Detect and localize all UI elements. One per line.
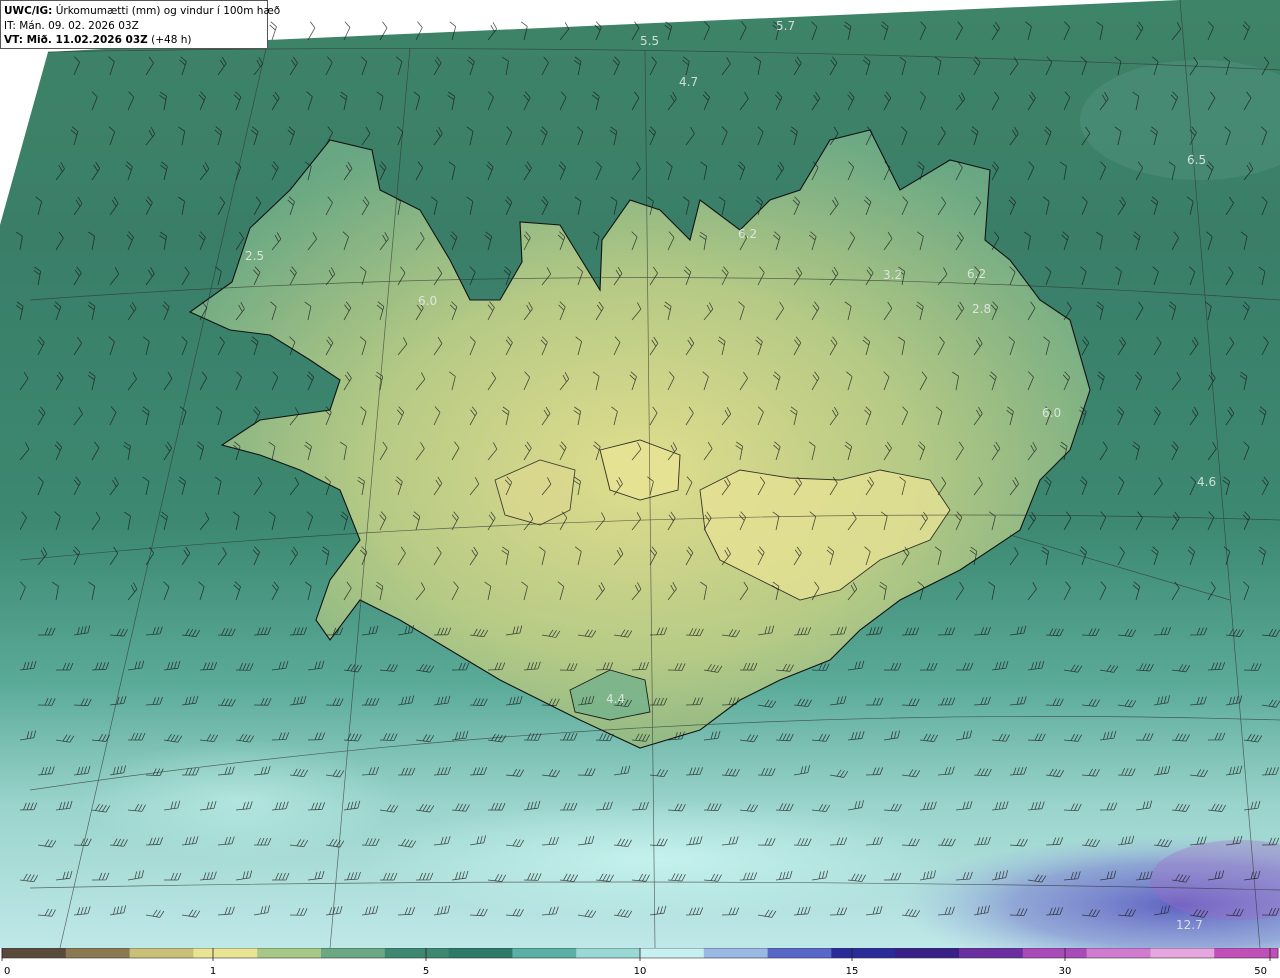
colorbar-swatch bbox=[384, 948, 450, 958]
issue-time-line: IT: Mán. 09. 02. 2026 03Z bbox=[4, 19, 264, 34]
map-value-label: 5.7 bbox=[776, 19, 795, 33]
colorbar-tick-label: 30 bbox=[1059, 966, 1072, 977]
colorbar-swatch bbox=[129, 948, 194, 958]
precipitable-water-map: 5.7 5.5 4.7 6.5 2.5 6.0 6.2 3.2 6.2 2.8 … bbox=[0, 0, 1280, 948]
map-value-label: 2.5 bbox=[245, 249, 264, 263]
colorbar-swatch bbox=[512, 948, 577, 958]
map-value-label: 6.2 bbox=[967, 267, 986, 281]
map-value-label: 5.5 bbox=[640, 34, 659, 48]
colorbar-swatch bbox=[576, 948, 641, 958]
lead-time: (+48 h) bbox=[151, 34, 192, 46]
colorbar-tick-label: 15 bbox=[846, 966, 859, 977]
issue-time-label: IT: bbox=[4, 19, 16, 32]
colorbar-swatch bbox=[2, 948, 67, 958]
map-value-label: 3.2 bbox=[883, 268, 902, 282]
colorbar-swatch bbox=[895, 948, 960, 958]
map-value-label: 2.8 bbox=[972, 302, 991, 316]
colorbar-tick-label: 10 bbox=[634, 966, 647, 977]
wind-barb-icon bbox=[307, 21, 316, 41]
map-value-label: 12.7 bbox=[1176, 918, 1203, 932]
colorbar-legend: 0 1 5 10 15 30 50 bbox=[1, 948, 1279, 977]
issue-time: Mán. 09. 02. 2026 03Z bbox=[19, 19, 139, 32]
forecast-info-box: UWC/IG: Úrkomumætti (mm) og vindur í 100… bbox=[0, 0, 280, 49]
colorbar-swatch bbox=[321, 948, 386, 958]
colorbar-swatch bbox=[448, 948, 513, 958]
map-value-label: 6.2 bbox=[738, 227, 757, 241]
map-value-label: 6.5 bbox=[1187, 153, 1206, 167]
model-label: UWC/IG: bbox=[4, 5, 53, 17]
colorbar-swatch bbox=[703, 948, 769, 958]
colorbar-swatch bbox=[640, 948, 705, 958]
colorbar-tick-label: 1 bbox=[210, 966, 216, 977]
valid-time-line: VT: Mið. 11.02.2026 03Z (+48 h) bbox=[4, 33, 264, 48]
map-title: Úrkomumætti (mm) og vindur í 100m hæð bbox=[55, 5, 281, 17]
colorbar-swatch bbox=[1086, 948, 1151, 958]
map-value-label: 6.0 bbox=[418, 294, 437, 308]
colorbar-swatch bbox=[767, 948, 832, 958]
valid-time: VT: Mið. 11.02.2026 03Z bbox=[4, 34, 148, 46]
colorbar-swatch bbox=[831, 948, 896, 958]
colorbar-swatch bbox=[1022, 948, 1088, 958]
colorbar-swatch bbox=[193, 948, 258, 958]
map-value-label: 4.6 bbox=[1197, 475, 1216, 489]
colorbar-swatch bbox=[1214, 948, 1279, 958]
colorbar-swatch bbox=[65, 948, 131, 958]
colorbar-tick-label: 0 bbox=[4, 966, 10, 977]
map-value-label: 4.7 bbox=[679, 75, 698, 89]
title-line: UWC/IG: Úrkomumætti (mm) og vindur í 100… bbox=[4, 4, 280, 19]
colorbar-swatch bbox=[1150, 948, 1215, 958]
colorbar-tick-label: 5 bbox=[423, 966, 429, 977]
map-value-label: 4.4 bbox=[606, 692, 625, 706]
map-value-label: 6.0 bbox=[1042, 406, 1061, 420]
colorbar-swatch bbox=[959, 948, 1024, 958]
colorbar-tick-label: 50 bbox=[1254, 966, 1267, 977]
colorbar-swatch bbox=[257, 948, 322, 958]
